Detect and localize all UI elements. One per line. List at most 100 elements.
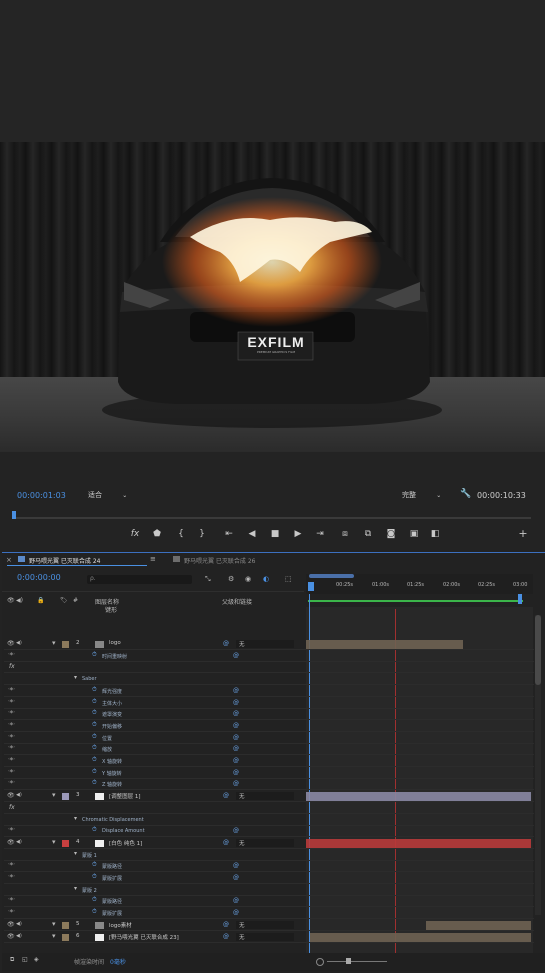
close-icon[interactable]: ×	[6, 556, 12, 564]
pick-whip-icon[interactable]: @	[233, 897, 239, 904]
render-time-icon[interactable]: ◈	[34, 956, 39, 963]
keyframe-nav-icon[interactable]: ‹◆›	[8, 874, 15, 879]
property-row[interactable]: ▾ 蒙版 2	[4, 885, 534, 896]
keyframe-nav-icon[interactable]: ‹◆›	[8, 699, 15, 704]
graph-editor-icon[interactable]: ◐	[263, 575, 269, 583]
chevron-down-icon[interactable]: ▾	[74, 674, 77, 681]
keyframe-nav-icon[interactable]: ‹◆›	[8, 687, 15, 692]
property-name[interactable]: 蒙版路径	[102, 863, 122, 870]
layer-duration-bar[interactable]	[426, 920, 531, 930]
quality-dropdown[interactable]: 完整 ⌄	[402, 490, 441, 500]
toggle-modes-icon[interactable]: ◱	[22, 956, 28, 963]
out-point-icon[interactable]: }	[195, 527, 209, 541]
property-name[interactable]: 开始偏移	[102, 723, 122, 730]
property-row[interactable]: ‹◆› ⏱ @ 时间重映射	[4, 651, 534, 662]
property-name[interactable]: 时间重映射	[102, 653, 127, 660]
stopwatch-icon[interactable]: ⏱	[92, 756, 97, 764]
pick-whip-icon[interactable]: @	[233, 780, 239, 787]
stopwatch-icon[interactable]: ⏱	[92, 744, 97, 752]
audio-icon[interactable]: ◀)	[16, 839, 22, 845]
chevron-down-icon[interactable]: ▾	[52, 791, 56, 799]
fx-icon[interactable]: fx	[9, 663, 15, 670]
layer-duration-bar[interactable]	[306, 640, 463, 649]
step-forward-icon[interactable]: ▶	[291, 527, 305, 541]
property-name[interactable]: Y 轴旋转	[102, 770, 122, 777]
property-row[interactable]: ‹◆› ⏱ @ 遮罩演变	[4, 709, 534, 721]
property-row[interactable]: ‹◆› ⏱ @ 蒙版路径	[4, 896, 534, 908]
in-point-icon[interactable]: {	[174, 527, 188, 541]
pick-whip-icon[interactable]: @	[233, 734, 239, 741]
layer-duration-bar[interactable]	[306, 792, 531, 802]
property-name[interactable]: 蒙版扩展	[102, 875, 122, 882]
stopwatch-icon[interactable]: ⏱	[92, 873, 97, 881]
layer-row[interactable]: 👁 ◀) ▾ 6 [野马喂光翼 已灭联合成 23] @ 无	[4, 932, 534, 943]
group-name[interactable]: 蒙版 2	[82, 887, 97, 894]
layer-row[interactable]: 👁 ◀) ▾ 2 logo @ 无	[4, 639, 534, 650]
stopwatch-icon[interactable]: ⏱	[92, 826, 97, 834]
tab-comp-24[interactable]: 野马喂光翼 已灭联合成 24	[29, 556, 100, 565]
label-color-swatch[interactable]	[62, 933, 69, 941]
property-name[interactable]: X 轴旋转	[102, 758, 122, 765]
layer-row[interactable]: 👁 ◀) ▾ 5 logo素材 @ 无	[4, 920, 534, 931]
layer-duration-bar[interactable]	[310, 932, 531, 942]
frame-blend-icon[interactable]: ⚙	[228, 575, 234, 583]
stopwatch-icon[interactable]: ⏱	[92, 709, 97, 717]
viewer-timecode[interactable]: 00:00:01:03	[17, 491, 66, 500]
group-name[interactable]: Chromatic Displacement	[82, 817, 144, 823]
layer-name[interactable]: logo素材	[109, 921, 132, 929]
pick-whip-icon[interactable]: @	[233, 745, 239, 752]
keyframe-nav-icon[interactable]: ‹◆›	[8, 734, 15, 739]
parent-dropdown[interactable]: 无	[236, 838, 294, 847]
pick-whip-icon[interactable]: @	[233, 757, 239, 764]
playhead-head[interactable]	[308, 582, 314, 591]
keyframe-nav-icon[interactable]: ‹◆›	[8, 769, 15, 774]
chevron-down-icon[interactable]: ▾	[52, 932, 56, 940]
property-name[interactable]: Displace Amount	[102, 828, 145, 834]
eye-icon[interactable]: 👁	[7, 839, 15, 846]
property-name[interactable]: 辉光强度	[102, 688, 122, 695]
fit-dropdown[interactable]: 适合 ⌄	[88, 490, 127, 500]
toggle-switches-icon[interactable]: ⧉	[10, 956, 14, 964]
eye-icon[interactable]: 👁	[7, 921, 15, 928]
keyframe-nav-icon[interactable]: ‹◆›	[8, 652, 15, 657]
property-row[interactable]: ‹◆› ⏱ @ 辉光强度	[4, 686, 534, 697]
chevron-down-icon[interactable]: ▾	[74, 885, 77, 892]
zoom-out-icon[interactable]	[316, 958, 324, 966]
audio-icon[interactable]: ◀)	[16, 933, 22, 939]
stopwatch-icon[interactable]: ⏱	[92, 779, 97, 787]
layer-name[interactable]: logo	[109, 640, 121, 646]
audio-icon[interactable]: ◀)	[16, 792, 22, 798]
stopwatch-icon[interactable]: ⏱	[92, 733, 97, 741]
fx-icon[interactable]: fx	[128, 527, 142, 541]
label-color-swatch[interactable]	[62, 793, 69, 801]
property-name[interactable]: 遮罩演变	[102, 711, 122, 718]
tab-comp-26[interactable]: 野马喂光翼 已灭联合成 26	[184, 556, 255, 565]
add-icon[interactable]: +	[516, 527, 530, 541]
pick-whip-icon[interactable]: @	[233, 722, 239, 729]
pick-whip-icon[interactable]: @	[233, 652, 239, 659]
property-row[interactable]: ‹◆› ⏱ @ 蒙版路径	[4, 861, 534, 873]
chevron-down-icon[interactable]: ▾	[52, 639, 56, 647]
parent-dropdown[interactable]: 无	[236, 640, 294, 648]
keyframe-nav-icon[interactable]: ‹◆›	[8, 710, 15, 715]
audio-icon[interactable]: ◀)	[16, 640, 22, 646]
property-row[interactable]: ‹◆› ⏱ @ 开始偏移	[4, 721, 534, 732]
chevron-down-icon[interactable]: ▾	[74, 815, 77, 822]
layer-name[interactable]: [调整图层 1]	[109, 792, 141, 800]
property-row[interactable]: ▾ 蒙版 1	[4, 850, 534, 861]
parent-dropdown[interactable]: 无	[236, 932, 294, 941]
step-back-icon[interactable]: ◀	[245, 527, 259, 541]
col-parent[interactable]: 父级和链接	[222, 597, 252, 606]
property-row[interactable]: ▾ Chromatic Displacement	[4, 815, 534, 826]
draft-3d-icon[interactable]: ⬚	[285, 575, 292, 583]
eye-icon[interactable]: 👁	[7, 792, 15, 799]
stopwatch-icon[interactable]: ⏱	[92, 651, 97, 659]
wrench-icon[interactable]: 🔧	[460, 489, 471, 499]
pick-whip-icon[interactable]: @	[233, 699, 239, 706]
layer-row[interactable]: 👁 ◀) ▾ 4 [白色 纯色 1] @ 无	[4, 838, 534, 849]
stopwatch-icon[interactable]: ⏱	[92, 908, 97, 916]
search-input[interactable]: ρ.	[87, 575, 192, 584]
motion-blur-icon[interactable]: ◉	[245, 575, 251, 583]
property-row[interactable]: fx	[4, 803, 534, 814]
pick-whip-icon[interactable]: @	[233, 769, 239, 776]
